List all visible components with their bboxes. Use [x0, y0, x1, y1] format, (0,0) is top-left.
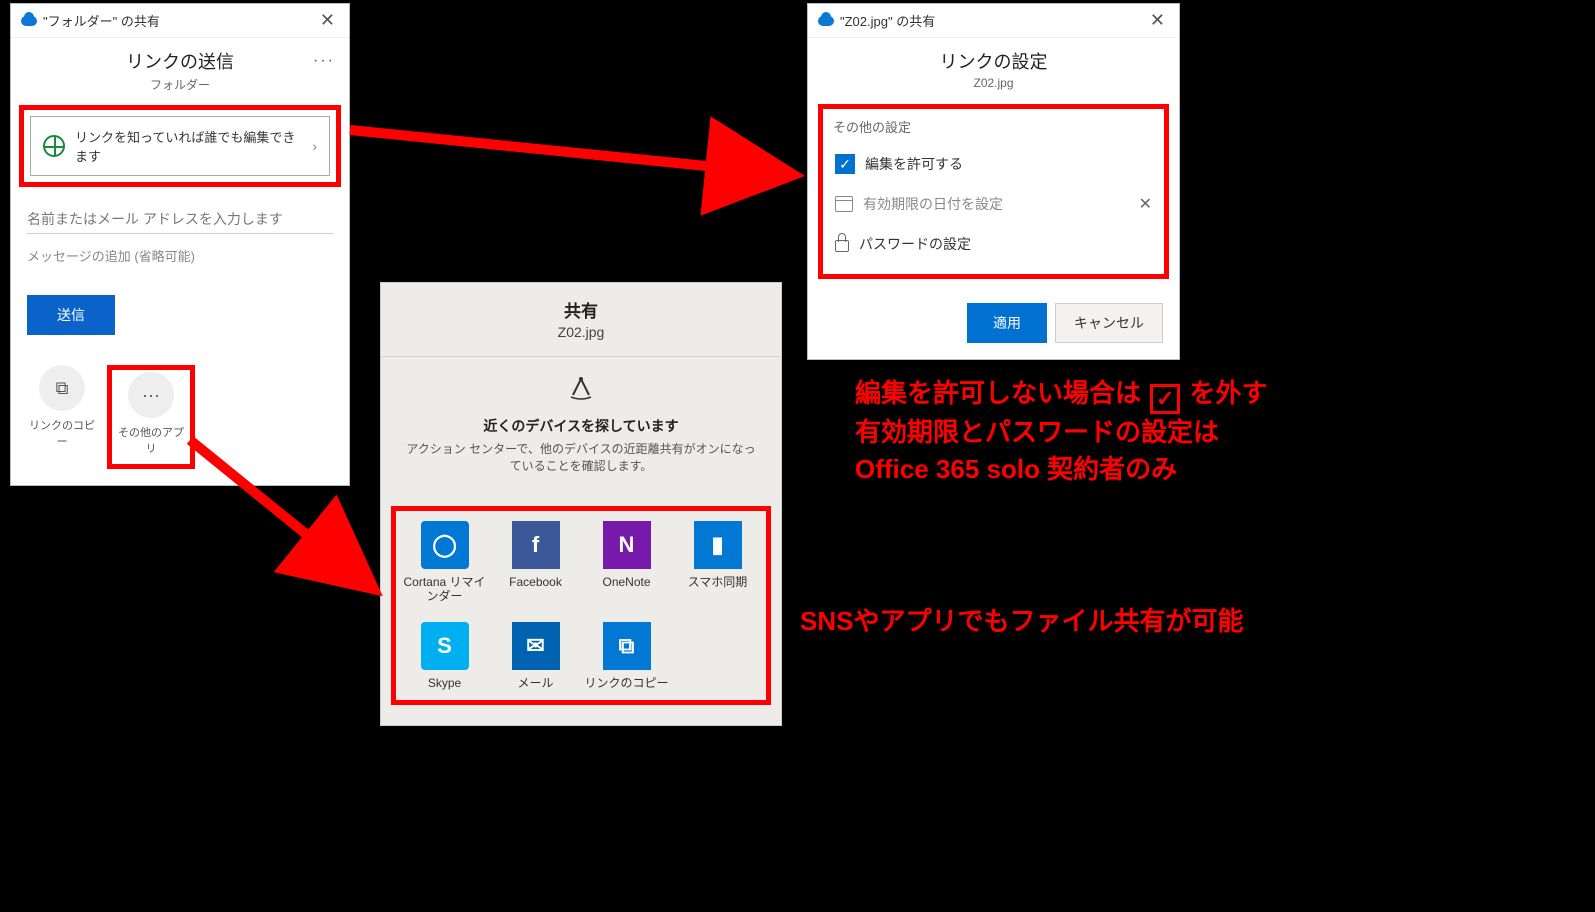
- windows-share-panel: 共有 Z02.jpg 近くのデバイスを探しています アクション センターで、他の…: [380, 282, 782, 726]
- other-apps-item[interactable]: ··· その他のアプリ: [116, 372, 186, 456]
- dialog-subtitle: Z02.jpg: [808, 76, 1179, 90]
- link-scope-button[interactable]: リンクを知っていれば誰でも編集できます ›: [30, 116, 330, 176]
- allow-edit-label: 編集を許可する: [865, 154, 963, 174]
- app-name: リンクのコピー: [584, 676, 669, 690]
- share-app-item[interactable]: N OneNote: [584, 521, 669, 604]
- other-apps-highlight: ··· その他のアプリ: [107, 365, 195, 469]
- window-title: "Z02.jpg" の共有: [840, 11, 935, 30]
- send-link-dialog: "フォルダー" の共有 ✕ リンクの送信 フォルダー ··· リンクを知っていれ…: [10, 3, 350, 486]
- password-label: パスワードの設定: [859, 234, 971, 254]
- dialog-header: リンクの設定 Z02.jpg: [808, 38, 1179, 100]
- expiry-label: 有効期限の日付を設定: [863, 194, 1003, 214]
- scope-label: リンクを知っていれば誰でも編集できます: [75, 127, 302, 165]
- link-icon: ⧉: [39, 365, 85, 411]
- share-app-item[interactable]: f Facebook: [493, 521, 578, 604]
- share-app-item[interactable]: ✉ メール: [493, 622, 578, 690]
- window-title: "フォルダー" の共有: [43, 11, 160, 30]
- app-tile-icon: N: [603, 521, 651, 569]
- other-apps-label: その他のアプリ: [116, 424, 186, 456]
- copy-link-label: リンクのコピー: [27, 417, 97, 449]
- copy-link-item[interactable]: ⧉ リンクのコピー: [27, 365, 97, 449]
- more-options-icon[interactable]: ···: [313, 52, 335, 70]
- apply-button[interactable]: 適用: [967, 303, 1047, 343]
- nearby-section: 近くのデバイスを探しています アクション センターで、他のデバイスの近距離共有が…: [381, 375, 781, 494]
- share-header: 共有 Z02.jpg: [381, 283, 781, 350]
- onedrive-icon: [818, 16, 834, 26]
- app-name: メール: [493, 676, 578, 690]
- dialog-subtitle: フォルダー: [11, 76, 349, 93]
- titlebar: "Z02.jpg" の共有 ✕: [808, 4, 1179, 38]
- settings-highlight: その他の設定 ✓ 編集を許可する 有効期限の日付を設定 ✕ パスワードの設定: [818, 104, 1169, 279]
- onedrive-icon: [21, 16, 37, 26]
- app-tile-icon: ✉: [512, 622, 560, 670]
- password-row[interactable]: パスワードの設定: [833, 224, 1154, 264]
- app-name: OneNote: [584, 575, 669, 589]
- globe-icon: [43, 135, 65, 157]
- anno1-line1b: を外す: [1189, 378, 1267, 408]
- anno1-line1a: 編集を許可しない場合は: [855, 378, 1141, 408]
- app-tile-icon: S: [421, 622, 469, 670]
- share-app-item[interactable]: ▮ スマホ同期: [675, 521, 760, 604]
- share-subtitle: Z02.jpg: [381, 324, 781, 340]
- share-app-item[interactable]: ◯ Cortana リマインダー: [402, 521, 487, 604]
- more-icon: ···: [128, 372, 174, 418]
- scope-highlight: リンクを知っていれば誰でも編集できます ›: [19, 105, 341, 187]
- recipient-input[interactable]: [27, 205, 333, 234]
- titlebar: "フォルダー" の共有 ✕: [11, 4, 349, 38]
- annotation-settings: 編集を許可しない場合は ✓ を外す 有効期限とパスワードの設定は Office …: [855, 375, 1268, 487]
- other-settings-label: その他の設定: [833, 117, 1154, 136]
- anno1-line2: 有効期限とパスワードの設定は: [855, 414, 1268, 450]
- message-label[interactable]: メッセージの追加 (省略可能): [11, 242, 349, 295]
- dialog-header: リンクの送信 フォルダー ···: [11, 38, 349, 99]
- calendar-icon: [835, 196, 853, 212]
- dialog-title: リンクの設定: [808, 48, 1179, 74]
- link-settings-dialog: "Z02.jpg" の共有 ✕ リンクの設定 Z02.jpg その他の設定 ✓ …: [807, 3, 1180, 360]
- expiry-row[interactable]: 有効期限の日付を設定 ✕: [833, 184, 1154, 224]
- anno1-line3: Office 365 solo 契約者のみ: [855, 451, 1268, 487]
- app-tile-icon: f: [512, 521, 560, 569]
- nearby-share-icon: [401, 375, 761, 408]
- lock-icon: [835, 240, 849, 252]
- chevron-right-icon: ›: [312, 138, 317, 154]
- close-icon[interactable]: ✕: [316, 10, 339, 31]
- divider: [381, 356, 781, 357]
- checkbox-icon: ✓: [1150, 384, 1180, 414]
- dialog-title: リンクの送信: [11, 48, 349, 74]
- arrow-to-settings: [340, 100, 820, 220]
- app-tile-icon: ◯: [421, 521, 469, 569]
- cancel-button[interactable]: キャンセル: [1055, 303, 1163, 343]
- share-title: 共有: [381, 297, 781, 322]
- share-app-item[interactable]: ⧉ リンクのコピー: [584, 622, 669, 690]
- app-tile-icon: ⧉: [603, 622, 651, 670]
- nearby-title: 近くのデバイスを探しています: [401, 416, 761, 436]
- app-name: Cortana リマインダー: [402, 575, 487, 604]
- app-tile-icon: ▮: [694, 521, 742, 569]
- app-name: Skype: [402, 676, 487, 690]
- close-icon[interactable]: ✕: [1146, 10, 1169, 31]
- send-button[interactable]: 送信: [27, 295, 115, 335]
- annotation-sns: SNSやアプリでもファイル共有が可能: [800, 603, 1243, 639]
- share-app-item[interactable]: S Skype: [402, 622, 487, 690]
- allow-edit-row[interactable]: ✓ 編集を許可する: [833, 144, 1154, 184]
- app-name: スマホ同期: [675, 575, 760, 589]
- clear-icon[interactable]: ✕: [1139, 194, 1152, 214]
- app-name: Facebook: [493, 575, 578, 589]
- nearby-desc: アクション センターで、他のデバイスの近距離共有がオンになっていることを確認しま…: [401, 440, 761, 474]
- checkbox-checked-icon[interactable]: ✓: [835, 154, 855, 174]
- apps-highlight: ◯ Cortana リマインダー f Facebook N OneNote ▮ スマホ同期 SS…: [391, 506, 771, 705]
